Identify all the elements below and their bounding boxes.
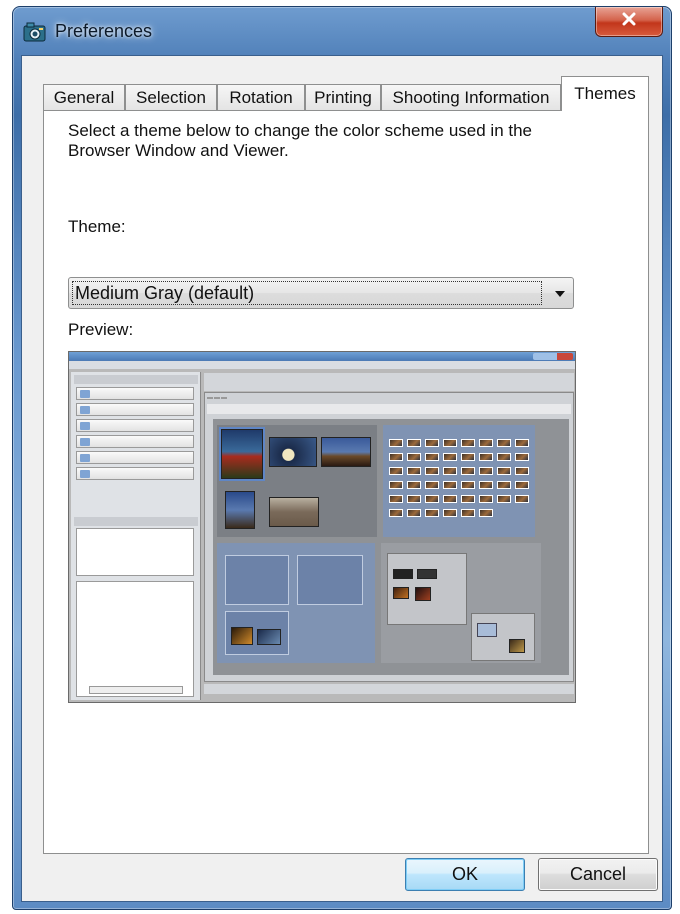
window-title: Preferences [55,21,153,41]
title-bar[interactable]: Preferences [13,7,671,55]
tab-themes[interactable]: Themes [561,76,649,111]
theme-description: Select a theme below to change the color… [68,121,533,160]
theme-dropdown[interactable]: Medium Gray (default) [68,277,574,309]
tab-rotation[interactable]: Rotation [217,84,305,110]
themes-panel: Select a theme below to change the color… [43,110,649,854]
tab-printing[interactable]: Printing [305,84,381,110]
cancel-button[interactable]: Cancel [538,858,658,891]
theme-dropdown-value: Medium Gray (default) [72,281,542,305]
theme-preview-image [68,351,576,703]
tab-shooting-information[interactable]: Shooting Information [381,84,561,110]
preview-label: Preview: [68,320,134,339]
ok-button[interactable]: OK [405,858,525,891]
close-button[interactable] [595,7,663,37]
tab-selection[interactable]: Selection [125,84,217,110]
chevron-down-icon [555,291,565,297]
tab-general[interactable]: General [43,84,125,110]
close-icon [621,12,637,31]
preferences-window: Preferences General Selection Rotation P… [12,6,672,910]
theme-label: Theme: [68,217,126,236]
camera-icon [23,21,47,43]
dialog-client-area: General Selection Rotation Printing Shoo… [21,55,663,902]
